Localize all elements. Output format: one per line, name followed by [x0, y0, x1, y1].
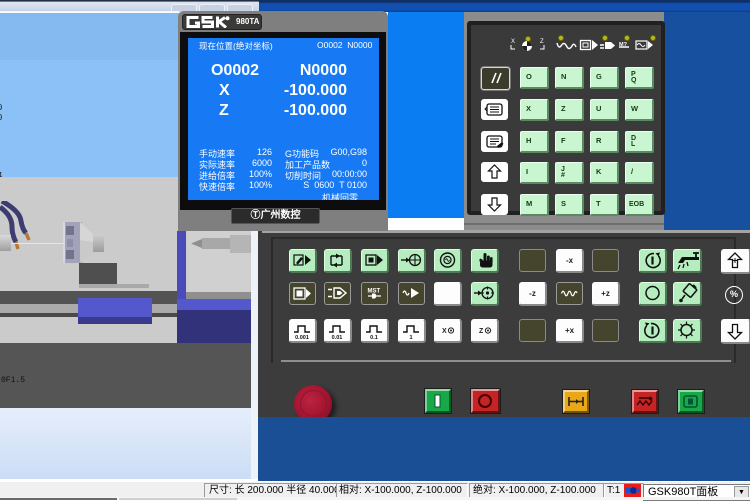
- svg-text:0.01: 0.01: [332, 335, 343, 341]
- svg-text:Z: Z: [479, 328, 484, 335]
- svg-text:1: 1: [409, 335, 412, 341]
- svg-text:X: X: [442, 328, 447, 335]
- svg-text:Z: Z: [540, 39, 544, 45]
- svg-text:0.001: 0.001: [295, 335, 309, 341]
- svg-text:0.1: 0.1: [370, 335, 378, 341]
- svg-text:X: X: [511, 39, 515, 45]
